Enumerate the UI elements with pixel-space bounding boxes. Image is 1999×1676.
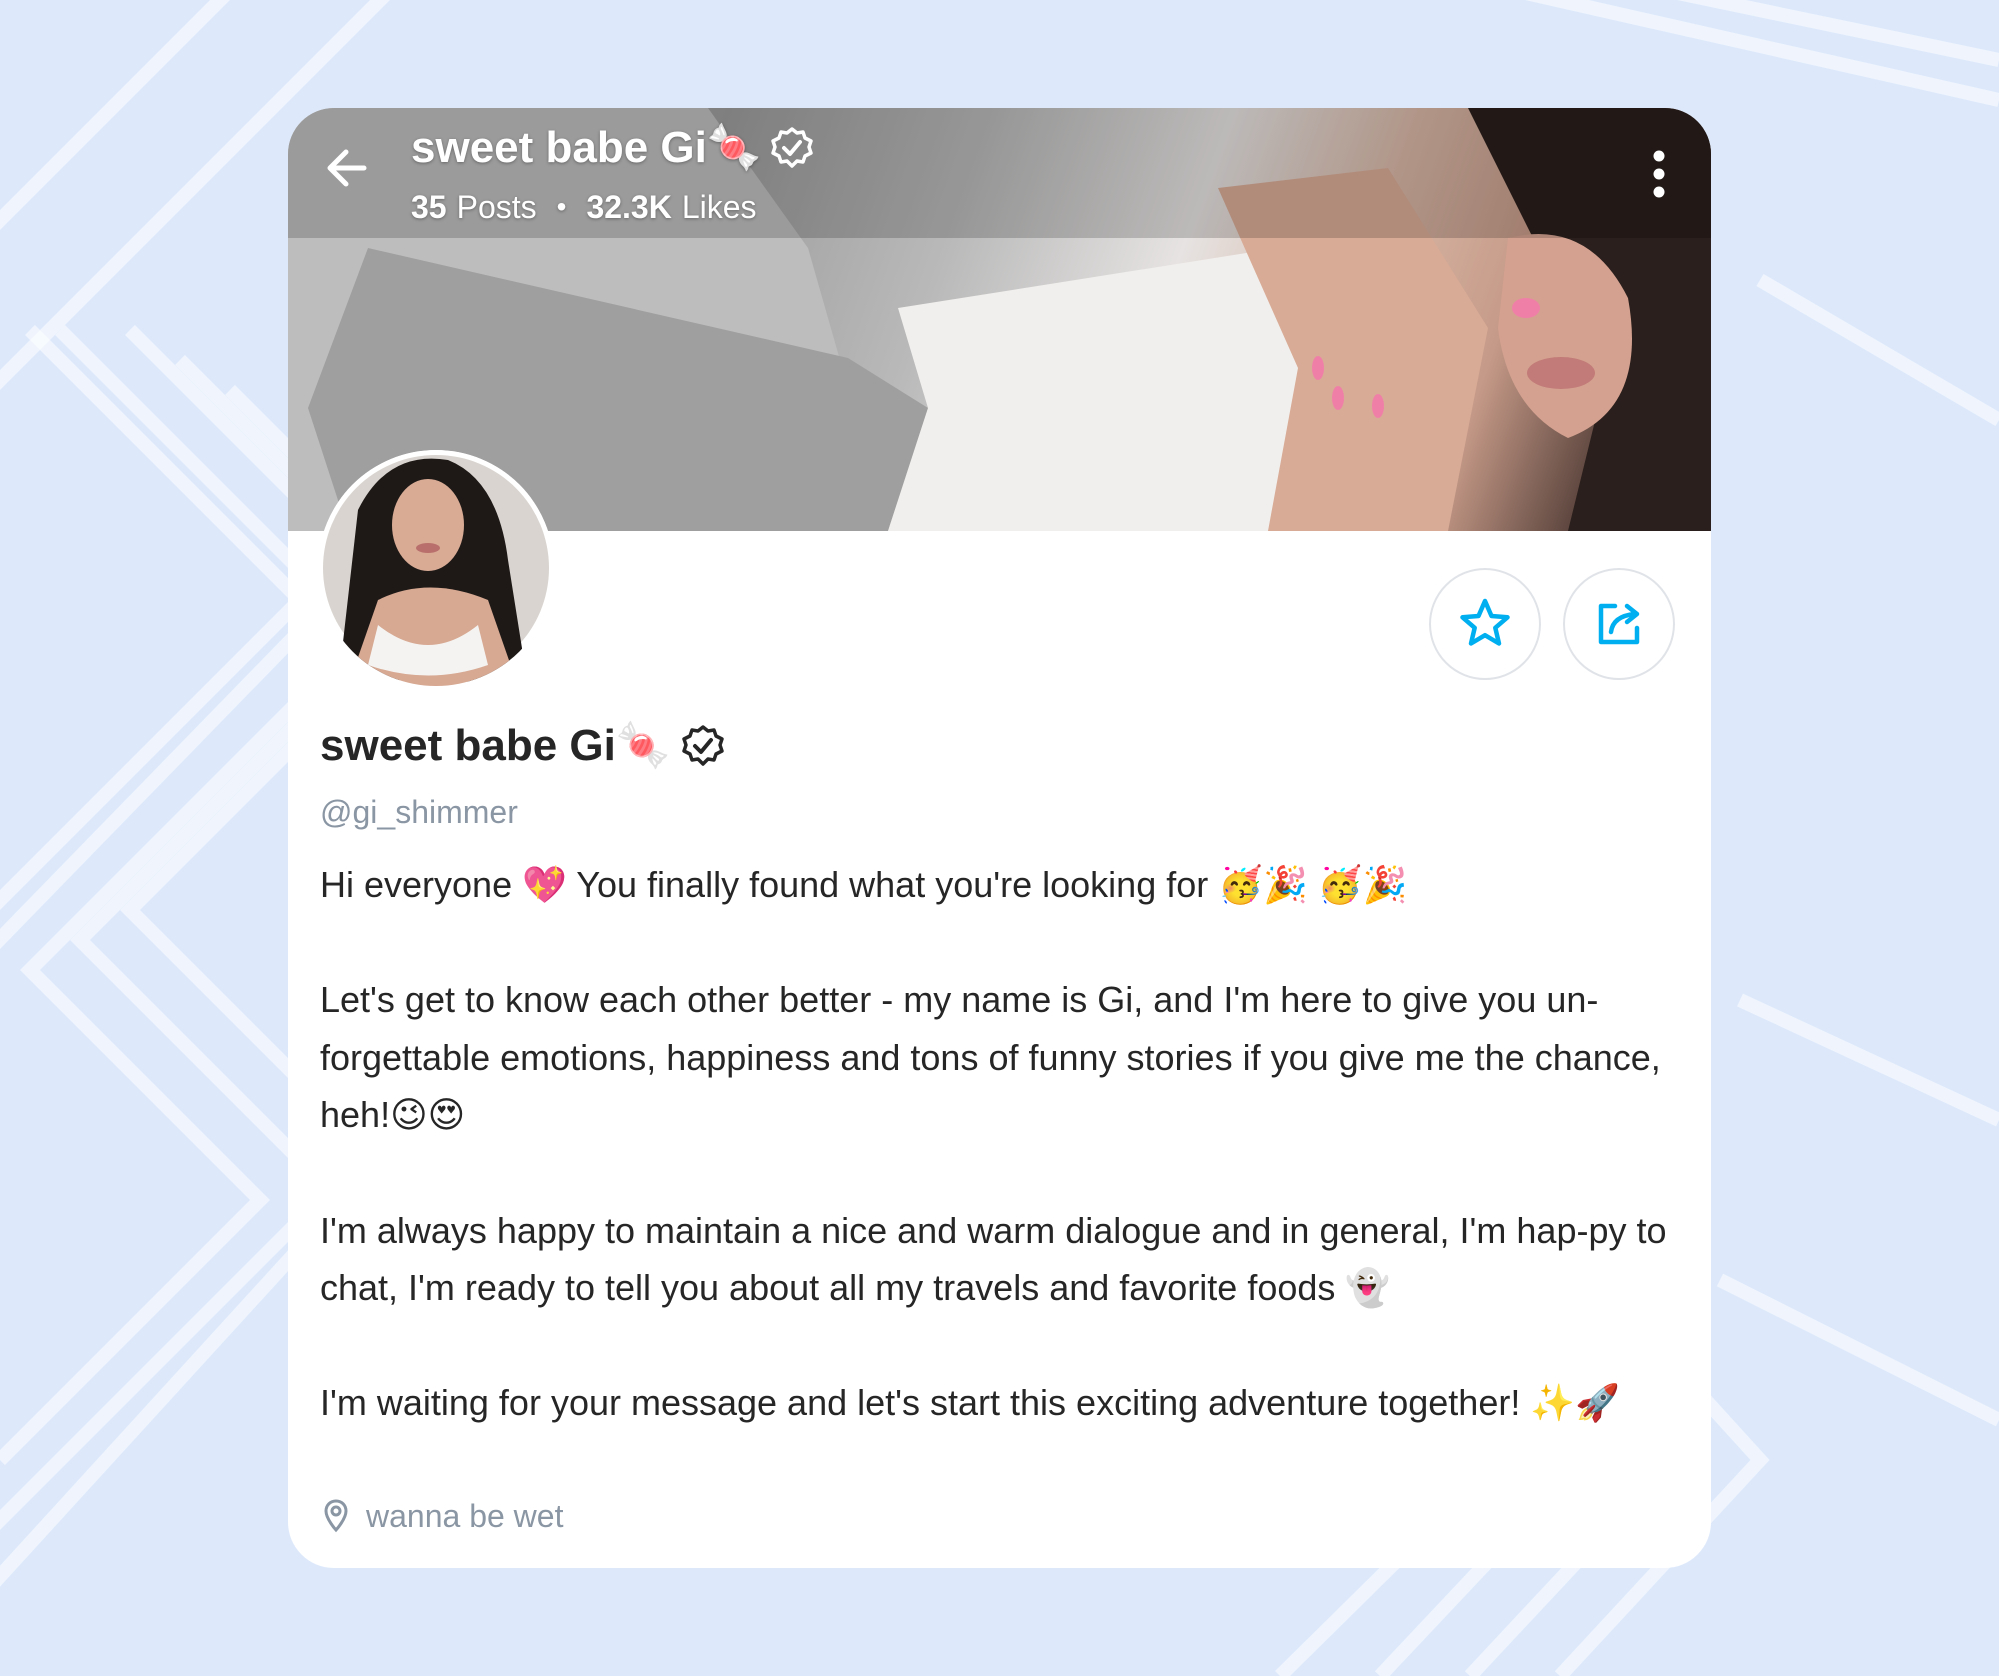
share-button[interactable] bbox=[1563, 568, 1675, 680]
header-title: sweet babe Gi🍬 bbox=[411, 118, 814, 178]
likes-label: Likes bbox=[681, 189, 757, 225]
arrow-left-icon bbox=[327, 149, 367, 187]
avatar-image bbox=[318, 450, 554, 686]
posts-label: Posts bbox=[456, 189, 537, 225]
header-stats: 35 Posts • 32.3K Likes bbox=[411, 180, 757, 234]
profile-card: sweet babe Gi🍬 35 Posts • 32.3K Likes sw… bbox=[288, 108, 1711, 1568]
favorite-button[interactable] bbox=[1429, 568, 1541, 680]
profile-name: sweet babe Gi🍬 bbox=[320, 716, 725, 776]
profile-bio: Hi everyone 💖 You finally found what you… bbox=[320, 864, 1667, 1424]
profile-name-text: sweet babe Gi🍬 bbox=[320, 721, 671, 770]
more-vertical-icon bbox=[1653, 150, 1665, 198]
posts-count: 35 bbox=[411, 189, 447, 225]
avatar[interactable] bbox=[318, 450, 554, 686]
back-button[interactable] bbox=[318, 138, 378, 198]
cover-photo: sweet babe Gi🍬 35 Posts • 32.3K Likes bbox=[288, 108, 1711, 531]
more-options-button[interactable] bbox=[1644, 144, 1674, 204]
location-text: wanna be wet bbox=[366, 1498, 564, 1534]
location-row: wanna be wet bbox=[324, 1494, 563, 1538]
likes-count: 32.3K bbox=[586, 189, 672, 225]
verified-badge-icon bbox=[770, 127, 813, 168]
profile-handle: @gi_shimmer bbox=[320, 794, 518, 830]
verified-badge-icon bbox=[681, 725, 724, 766]
stats-separator: • bbox=[556, 191, 567, 222]
map-pin-icon bbox=[324, 1499, 348, 1533]
header-title-text: sweet babe Gi🍬 bbox=[411, 123, 762, 172]
share-icon bbox=[1598, 603, 1640, 645]
star-icon bbox=[1460, 598, 1510, 646]
